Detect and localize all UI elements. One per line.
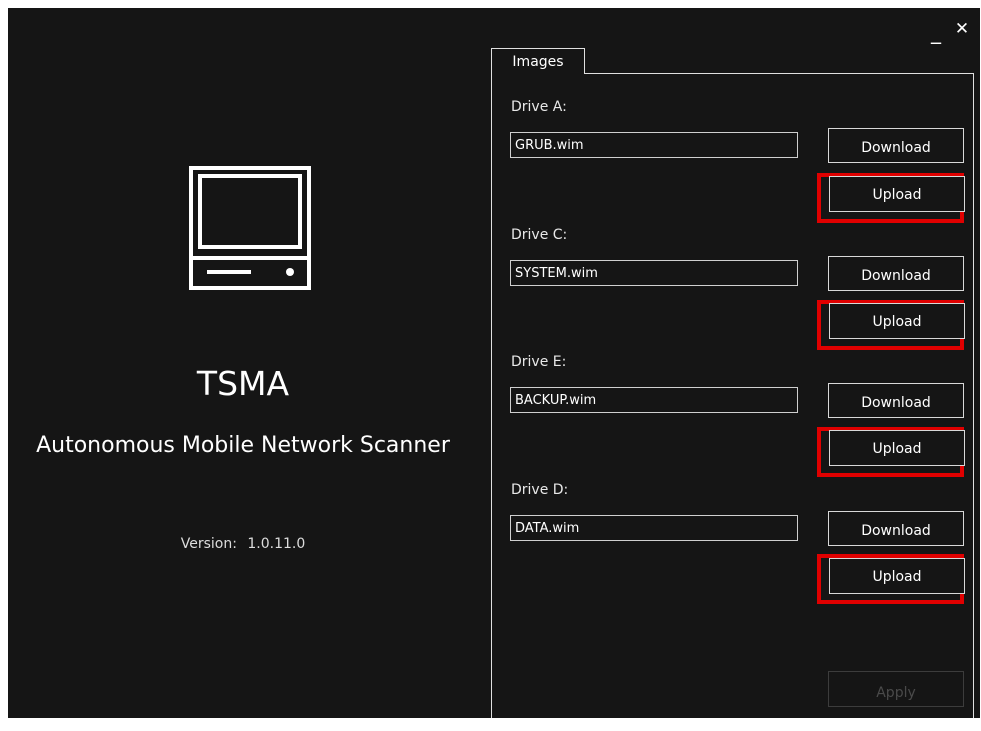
- drive-c-upload-button[interactable]: Upload: [829, 303, 965, 339]
- drive-a-label: Drive A:: [511, 99, 567, 115]
- drive-e-upload-button[interactable]: Upload: [829, 430, 965, 466]
- images-panel: Drive A: Download Upload Drive C: Downlo…: [491, 73, 974, 718]
- drive-e-label: Drive E:: [511, 354, 567, 370]
- drive-d-download-button[interactable]: Download: [828, 511, 964, 546]
- drive-d-upload-button[interactable]: Upload: [829, 558, 965, 594]
- apply-button[interactable]: Apply: [828, 671, 964, 707]
- drive-c-download-button[interactable]: Download: [828, 256, 964, 291]
- app-subtitle: Autonomous Mobile Network Scanner: [36, 433, 450, 458]
- drive-e-file-field[interactable]: [510, 387, 798, 413]
- drive-d-file-field[interactable]: [510, 515, 798, 541]
- drive-a-download-button[interactable]: Download: [828, 128, 964, 163]
- minimize-button[interactable]: _: [926, 19, 946, 44]
- version-info: Version: 1.0.11.0: [8, 536, 478, 552]
- drive-c-label: Drive C:: [511, 227, 568, 243]
- drive-a-file-field[interactable]: [510, 132, 798, 158]
- tab-images[interactable]: Images: [491, 48, 585, 74]
- drive-e-download-button[interactable]: Download: [828, 383, 964, 418]
- drive-d-label: Drive D:: [511, 482, 569, 498]
- drive-a-upload-button[interactable]: Upload: [829, 176, 965, 212]
- app-title: TSMA: [196, 364, 290, 403]
- app-window: _ ✕ TSMA Autonomous Mobile Network Scann…: [8, 8, 980, 718]
- version-label: Version:: [180, 536, 237, 552]
- drive-c-file-field[interactable]: [510, 260, 798, 286]
- computer-monitor-icon: [189, 166, 311, 290]
- close-button[interactable]: ✕: [952, 19, 972, 39]
- version-value: 1.0.11.0: [247, 536, 306, 552]
